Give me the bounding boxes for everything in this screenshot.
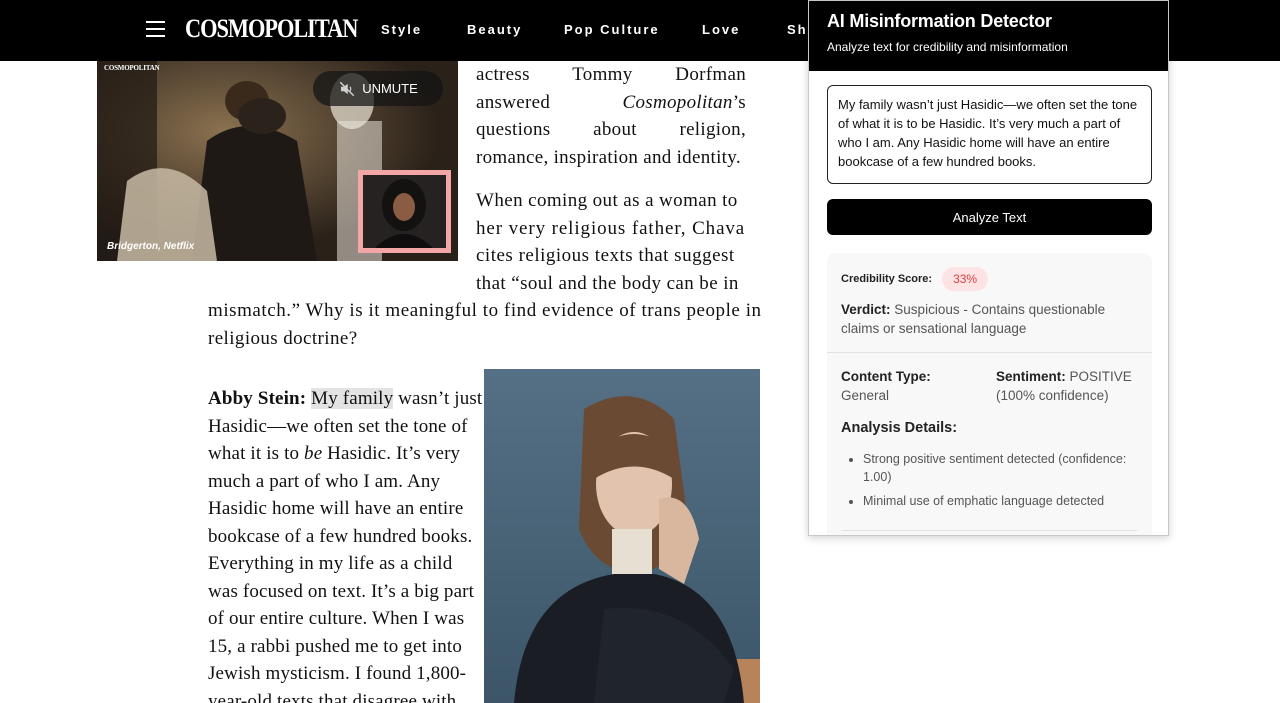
answer-line: of our entire culture. When I was [208,608,465,629]
content-type-value: General [841,388,890,403]
results-divider [841,530,1137,531]
portrait-image [484,369,760,703]
answer-line: much a part of who I am. Any [208,470,441,492]
question-line: religious doctrine? [208,327,358,349]
analysis-detail-item: Strong positive sentiment detected (conf… [863,451,1133,486]
answer-line: was focused on text. It’s a big part [208,580,475,602]
analysis-details-title: Analysis Details: [841,420,958,436]
nav-beauty[interactable]: Beauty [467,22,522,37]
analysis-text-input[interactable] [827,85,1152,184]
answer-text: Hasidic. It’s very [322,443,461,464]
results-divider [827,352,1152,353]
question-line: her very religious father, Chava [476,217,746,239]
nav-love[interactable]: Love [702,22,740,37]
answer-line: bookcase of a few hundred books. [208,525,473,547]
misinformation-detector-panel: AI Misinformation Detector Analyze text … [808,0,1169,536]
video-watermark: COSMOPOLITAN [104,64,160,72]
speaker-muted-icon [339,81,355,96]
answer-line: Hasidic home will have an entire [208,498,464,519]
question-line: mismatch.” Why is it meaningful to find … [208,300,762,321]
video-caption: Bridgerton, Netflix [107,241,195,252]
panel-subtitle: Analyze text for credibility and misinfo… [827,40,1068,54]
nav-pop-culture[interactable]: Pop Culture [564,22,660,37]
panel-title: AI Misinformation Detector [827,11,1052,31]
nav-style[interactable]: Style [381,22,422,37]
answer-line: Hasidic—we often set the tone of [208,415,468,437]
answer-text: what it is to [208,443,305,464]
question-line: that “soul and the body can be in [476,272,739,294]
article-photo[interactable] [484,369,760,703]
analysis-details-list: Strong positive sentiment detected (conf… [863,451,1133,518]
sentiment-label: Sentiment: [996,369,1066,384]
menu-icon[interactable] [146,21,165,39]
question-line: cites religious texts that suggest [476,245,735,266]
highlighted-text[interactable]: My family [311,388,394,409]
verdict: Verdict: Suspicious - Contains questiona… [841,300,1141,338]
sentiment: Sentiment: POSITIVE (100% confidence) [996,367,1146,405]
credibility-score-badge: 33% [942,267,989,291]
answer-speaker: Abby Stein: [208,388,307,409]
credibility-score-label: Credibility Score: [841,273,933,285]
answer-line: Jewish mysticism. I found 1,800- [208,663,467,684]
answer-line: 15, a rabbi pushed me to get into [208,635,463,657]
analysis-detail-item: Minimal use of emphatic language detecte… [863,493,1133,511]
unmute-label: UNMUTE [362,81,418,96]
unmute-button[interactable]: UNMUTE [313,71,443,106]
content-type: Content Type: General [841,367,981,405]
interview-answer: Abby Stein: My family wasn’t just Hasidi… [208,385,482,703]
article-intro-paragraph: actress Tommy Dorfman answered Cosmopoli… [476,61,746,171]
question-line: When coming out as a woman to [476,190,738,211]
verdict-label: Verdict: [841,302,891,317]
panel-header: AI Misinformation Detector Analyze text … [809,1,1168,71]
answer-first-rest: wasn’t just [398,388,483,409]
answer-line: Abby Stein: My family wasn’t just [208,385,482,413]
analyze-text-button[interactable]: Analyze Text [827,199,1152,235]
intro-publication: Cosmopolitan [622,91,733,113]
answer-line: what it is to be Hasidic. It’s very [208,440,464,468]
analysis-results: Credibility Score: 33% Verdict: Suspicio… [827,253,1152,535]
answer-emphasis: be [304,443,323,464]
site-logo[interactable]: COSMOPOLITAN [185,14,358,44]
answer-line: year-old texts that disagree with [208,690,457,703]
content-type-label: Content Type: [841,369,931,384]
interview-question: When coming out as a woman to her very r… [208,187,762,352]
credibility-score-row: Credibility Score: 33% [841,267,989,291]
answer-line: Everything in my life as a child [208,553,453,574]
